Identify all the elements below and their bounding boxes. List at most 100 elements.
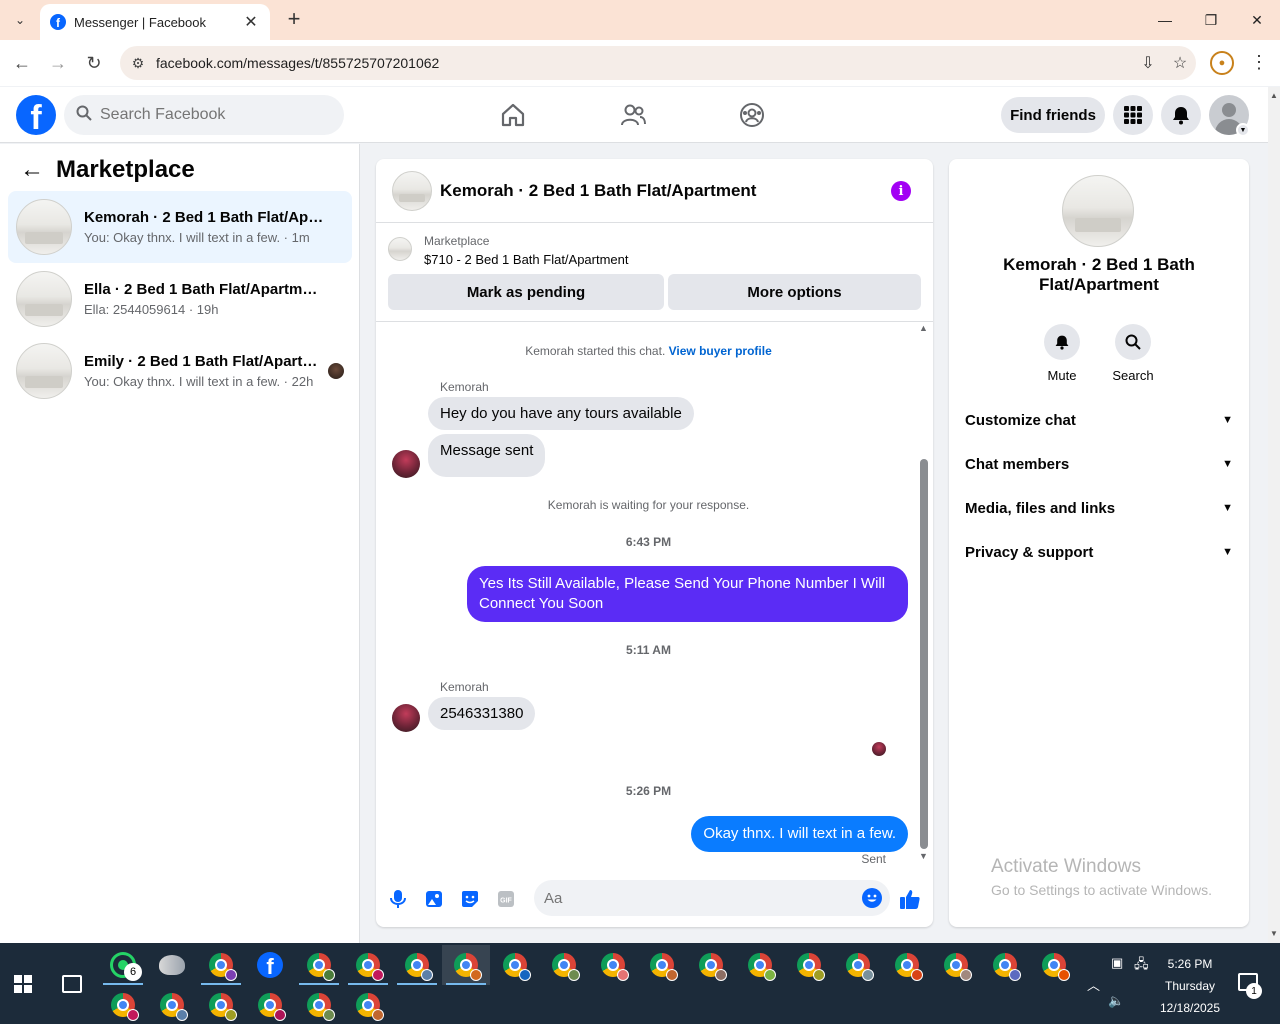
chrome-taskbar-icon[interactable]	[442, 945, 490, 985]
chrome-taskbar-icon[interactable]	[638, 945, 686, 985]
outgoing-message[interactable]: Okay thnx. I will text in a few.	[691, 816, 908, 852]
browser-tab[interactable]: f Messenger | Facebook ✕	[40, 4, 270, 40]
view-buyer-profile-link[interactable]: View buyer profile	[669, 344, 772, 358]
conversation-item-ella[interactable]: Ella · 2 Bed 1 Bath Flat/Apartment Ella:…	[8, 263, 352, 335]
close-tab-icon[interactable]: ✕	[242, 12, 260, 32]
restore-button[interactable]: ❐	[1188, 0, 1234, 40]
info-listing-thumbnail[interactable]	[1062, 175, 1134, 247]
chat-listing-thumbnail[interactable]	[392, 170, 432, 211]
search-action[interactable]: Search	[1103, 324, 1163, 383]
microphone-icon[interactable]	[386, 887, 410, 911]
volume-icon[interactable]: 🔈	[1108, 993, 1124, 1009]
browser-profile-icon[interactable]: ●	[1210, 51, 1234, 75]
browser-menu-icon[interactable]: ⋮	[1250, 51, 1268, 75]
friends-icon[interactable]	[617, 99, 649, 131]
chrome-taskbar-icon[interactable]	[883, 945, 931, 985]
chrome-taskbar-icon[interactable]	[197, 945, 245, 985]
chat-members-section[interactable]: Chat members ▼	[965, 442, 1233, 486]
gif-icon[interactable]: GIF	[494, 887, 518, 911]
reload-button[interactable]: ↻	[81, 50, 107, 76]
chrome-taskbar-icon[interactable]	[932, 945, 980, 985]
chrome-taskbar-icon[interactable]	[491, 945, 539, 985]
home-icon[interactable]	[497, 99, 529, 131]
emoji-icon[interactable]	[862, 888, 882, 908]
chrome-taskbar-icon[interactable]	[736, 945, 784, 985]
customize-chat-section[interactable]: Customize chat ▼	[965, 398, 1233, 442]
chrome-taskbar-icon[interactable]	[981, 945, 1029, 985]
find-friends-button[interactable]: Find friends	[1001, 97, 1105, 133]
photo-attach-icon[interactable]	[422, 887, 446, 911]
incoming-message[interactable]: Message sent	[428, 434, 546, 477]
address-bar[interactable]: ⚙ facebook.com/messages/t/85572570720106…	[120, 46, 1196, 80]
sender-avatar[interactable]	[392, 450, 420, 478]
mark-as-pending-button[interactable]: Mark as pending	[388, 274, 664, 310]
start-windows-icon[interactable]	[14, 975, 32, 993]
site-info-icon[interactable]: ⚙	[120, 55, 156, 72]
privacy-support-section[interactable]: Privacy & support ▼	[965, 530, 1233, 574]
facebook-search[interactable]	[64, 95, 344, 135]
chrome-taskbar-icon[interactable]	[393, 945, 441, 985]
media-files-links-section[interactable]: Media, files and links ▼	[965, 486, 1233, 530]
chrome-taskbar-icon[interactable]	[344, 985, 392, 1024]
back-arrow-icon[interactable]: ←	[20, 156, 56, 184]
conversation-item-kemorah[interactable]: Kemorah · 2 Bed 1 Bath Flat/Apart... You…	[8, 191, 352, 263]
more-options-button[interactable]: More options	[668, 274, 921, 310]
chrome-taskbar-icon[interactable]	[295, 985, 343, 1024]
chrome-taskbar-icon[interactable]	[99, 985, 147, 1024]
page-scrollbar[interactable]: ▲ ▼	[1268, 87, 1280, 943]
search-icon[interactable]	[1115, 324, 1151, 360]
facebook-search-input[interactable]	[100, 106, 330, 124]
incoming-message[interactable]: 2546331380	[428, 697, 536, 730]
incoming-message[interactable]: Hey do you have any tours available	[428, 397, 694, 430]
sender-avatar[interactable]	[392, 704, 420, 732]
show-hidden-icons-chevron-up-icon[interactable]: ︿	[1087, 975, 1100, 994]
chrome-taskbar-icon[interactable]	[197, 985, 245, 1024]
message-input[interactable]	[544, 889, 844, 907]
chrome-taskbar-icon[interactable]	[540, 945, 588, 985]
chrome-taskbar-icon[interactable]	[687, 945, 735, 985]
thumbs-up-like-icon[interactable]	[898, 887, 922, 911]
outgoing-message[interactable]: Yes Its Still Available, Please Send You…	[467, 566, 908, 622]
tab-search-button[interactable]: ⌄	[8, 8, 32, 32]
conversation-info-icon[interactable]: i	[891, 181, 911, 201]
chat-scrollbar[interactable]: ▲ ▼	[918, 323, 930, 863]
back-button[interactable]: ←	[9, 50, 35, 76]
chrome-taskbar-icon[interactable]	[589, 945, 637, 985]
new-tab-button[interactable]: +	[282, 8, 306, 32]
bookmark-star-icon[interactable]: ☆	[1164, 53, 1196, 73]
notifications-bell-icon[interactable]	[1161, 95, 1201, 135]
groups-icon[interactable]	[736, 99, 768, 131]
menu-grid-icon[interactable]	[1113, 95, 1153, 135]
chrome-taskbar-icon[interactable]	[1030, 945, 1078, 985]
scroll-up-icon[interactable]: ▲	[919, 323, 928, 333]
scroll-down-icon[interactable]: ▼	[1270, 929, 1278, 938]
install-app-icon[interactable]: ⇩	[1132, 53, 1164, 73]
chat-title[interactable]: Kemorah · 2 Bed 1 Bath Flat/Apartment	[440, 181, 756, 201]
minimize-button[interactable]: —	[1142, 0, 1188, 40]
sticker-icon[interactable]	[458, 887, 482, 911]
chrome-taskbar-icon[interactable]	[295, 945, 343, 985]
chrome-taskbar-icon[interactable]	[148, 985, 196, 1024]
chrome-taskbar-icon[interactable]	[246, 985, 294, 1024]
whatsapp-taskbar-icon[interactable]	[99, 945, 147, 985]
system-clock[interactable]: 5:26 PM Thursday 12/18/2025	[1150, 953, 1230, 1019]
forward-button[interactable]: →	[45, 50, 71, 76]
conversation-item-emily[interactable]: Emily · 2 Bed 1 Bath Flat/Apartm... You:…	[8, 335, 352, 407]
message-input-box[interactable]	[534, 880, 890, 916]
scroll-up-icon[interactable]: ▲	[1270, 91, 1278, 100]
account-chevron-down-icon[interactable]: ▼	[1236, 123, 1250, 137]
listing-price-title[interactable]: $710 - 2 Bed 1 Bath Flat/Apartment	[424, 252, 629, 267]
scroll-down-icon[interactable]: ▼	[919, 851, 928, 861]
meet-now-icon[interactable]: ▣	[1111, 955, 1123, 971]
snipping-tool-taskbar-icon[interactable]	[148, 945, 196, 985]
task-view-icon[interactable]	[62, 975, 82, 993]
bell-icon[interactable]	[1044, 324, 1080, 360]
close-window-button[interactable]: ✕	[1234, 0, 1280, 40]
chrome-taskbar-icon[interactable]	[344, 945, 392, 985]
chrome-taskbar-icon[interactable]	[785, 945, 833, 985]
mute-action[interactable]: Mute	[1032, 324, 1092, 383]
facebook-logo-icon[interactable]: f	[16, 95, 56, 135]
network-icon[interactable]: 🖧	[1134, 955, 1149, 977]
chat-scroll-thumb[interactable]	[920, 459, 928, 849]
facebook-taskbar-icon[interactable]: f	[246, 945, 294, 985]
